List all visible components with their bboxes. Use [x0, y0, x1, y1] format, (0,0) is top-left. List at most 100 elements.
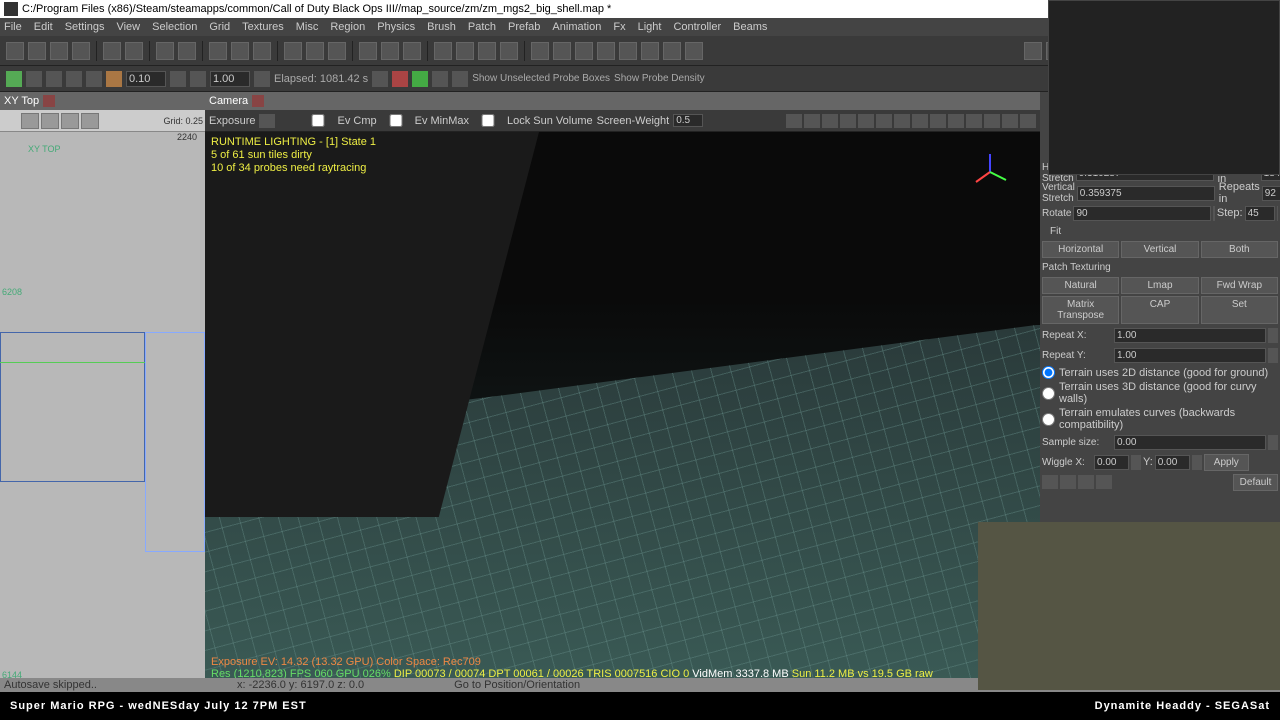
toolbar-btn[interactable]: [434, 42, 452, 60]
toolbar-btn[interactable]: [106, 71, 122, 87]
toolbar-btn[interactable]: [359, 42, 377, 60]
menu-grid[interactable]: Grid: [209, 21, 230, 33]
lmap-button[interactable]: Lmap: [1121, 277, 1198, 294]
step-input[interactable]: [1245, 206, 1275, 221]
prop-btn[interactable]: [1078, 475, 1094, 489]
spinner[interactable]: [1268, 328, 1278, 343]
cam-btn[interactable]: [948, 114, 964, 128]
fit-both-button[interactable]: Both: [1201, 241, 1278, 258]
spinner[interactable]: [1268, 435, 1278, 450]
screen-weight-input[interactable]: [673, 114, 703, 127]
fit-vertical-button[interactable]: Vertical: [1121, 241, 1198, 258]
spinner[interactable]: [1131, 455, 1141, 470]
toolbar-btn[interactable]: [456, 42, 474, 60]
toolbar-btn[interactable]: [663, 42, 681, 60]
toolbar-btn[interactable]: [619, 42, 637, 60]
menu-prefab[interactable]: Prefab: [508, 21, 540, 33]
ff-icon[interactable]: [66, 71, 82, 87]
menu-region[interactable]: Region: [330, 21, 365, 33]
stop-icon[interactable]: [26, 71, 42, 87]
xy-viewport[interactable]: 2240 XY TOP 6208 6144: [0, 132, 205, 682]
toolbar-btn[interactable]: [553, 42, 571, 60]
toolbar-btn[interactable]: [372, 71, 388, 87]
menu-brush[interactable]: Brush: [427, 21, 456, 33]
pause-icon[interactable]: [6, 71, 22, 87]
cam-btn[interactable]: [1002, 114, 1018, 128]
show-density-label[interactable]: Show Probe Density: [614, 73, 705, 84]
wiggle-y-input[interactable]: [1155, 455, 1190, 470]
rotate-input[interactable]: [1073, 206, 1211, 221]
toolbar-btn[interactable]: [170, 71, 186, 87]
terrain-2d-radio[interactable]: [1042, 366, 1055, 379]
terrain-3d-radio[interactable]: [1042, 387, 1055, 400]
play-icon[interactable]: [46, 71, 62, 87]
toolbar-btn[interactable]: [328, 42, 346, 60]
sample-size-input[interactable]: [1114, 435, 1266, 450]
menu-beams[interactable]: Beams: [733, 21, 767, 33]
menu-selection[interactable]: Selection: [152, 21, 197, 33]
cam-btn[interactable]: [1020, 114, 1036, 128]
cam-btn[interactable]: [912, 114, 928, 128]
menu-edit[interactable]: Edit: [34, 21, 53, 33]
menu-fx[interactable]: Fx: [613, 21, 625, 33]
repeat-x-input[interactable]: [1114, 328, 1266, 343]
repeat-y-input[interactable]: [1114, 348, 1266, 363]
camera-tab[interactable]: Camera: [205, 92, 1040, 110]
xy-ctrl-btn[interactable]: [41, 113, 59, 129]
cam-btn[interactable]: [984, 114, 1000, 128]
spinner[interactable]: [1268, 348, 1278, 363]
toolbar-btn[interactable]: [156, 42, 174, 60]
spinner[interactable]: [1277, 206, 1278, 221]
cam-btn[interactable]: [876, 114, 892, 128]
menu-settings[interactable]: Settings: [65, 21, 105, 33]
menu-file[interactable]: File: [4, 21, 22, 33]
apply-button[interactable]: Apply: [1204, 454, 1249, 471]
repeats-v-input[interactable]: [1262, 186, 1280, 201]
toolbar-btn[interactable]: [306, 42, 324, 60]
toolbar-btn[interactable]: [125, 42, 143, 60]
lock-sun-check[interactable]: [473, 114, 503, 127]
record-icon[interactable]: [392, 71, 408, 87]
natural-button[interactable]: Natural: [1042, 277, 1119, 294]
cam-btn[interactable]: [966, 114, 982, 128]
close-icon[interactable]: [43, 95, 55, 107]
show-unselected-label[interactable]: Show Unselected Probe Boxes: [472, 73, 610, 84]
close-icon[interactable]: [252, 95, 264, 107]
toolbar-btn[interactable]: [685, 42, 703, 60]
toolbar-btn[interactable]: [103, 42, 121, 60]
toolbar-btn[interactable]: [284, 42, 302, 60]
spinner[interactable]: [1192, 455, 1202, 470]
vert-stretch-input[interactable]: [1077, 186, 1215, 201]
fit-horizontal-button[interactable]: Horizontal: [1042, 241, 1119, 258]
set-button[interactable]: Set: [1201, 296, 1278, 324]
cam-btn[interactable]: [804, 114, 820, 128]
axis-gizmo[interactable]: [970, 152, 1010, 192]
cam-btn[interactable]: [822, 114, 838, 128]
cam-btn[interactable]: [840, 114, 856, 128]
menu-physics[interactable]: Physics: [377, 21, 415, 33]
prop-btn[interactable]: [1042, 475, 1058, 489]
toolbar-btn[interactable]: [6, 42, 24, 60]
matrix-transpose-button[interactable]: Matrix Transpose: [1042, 296, 1119, 324]
toolbar-btn[interactable]: [1024, 42, 1042, 60]
menu-textures[interactable]: Textures: [242, 21, 284, 33]
toolbar-btn[interactable]: [478, 42, 496, 60]
menu-patch[interactable]: Patch: [468, 21, 496, 33]
toolbar-btn[interactable]: [575, 42, 593, 60]
toolbar-btn[interactable]: [597, 42, 615, 60]
xy-ctrl-btn[interactable]: [61, 113, 79, 129]
toolbar-btn[interactable]: [432, 71, 448, 87]
lock-icon[interactable]: [259, 114, 275, 128]
cam-btn[interactable]: [894, 114, 910, 128]
menu-view[interactable]: View: [116, 21, 140, 33]
prop-btn[interactable]: [1060, 475, 1076, 489]
3d-viewport[interactable]: RUNTIME LIGHTING - [1] State 1 5 of 61 s…: [205, 132, 1040, 682]
toolbar-btn[interactable]: [253, 42, 271, 60]
spinner[interactable]: [1213, 206, 1214, 221]
prop-btn[interactable]: [1096, 475, 1112, 489]
toolbar-btn[interactable]: [381, 42, 399, 60]
toolbar-btn[interactable]: [231, 42, 249, 60]
menu-light[interactable]: Light: [638, 21, 662, 33]
cam-btn[interactable]: [858, 114, 874, 128]
menu-controller[interactable]: Controller: [673, 21, 721, 33]
